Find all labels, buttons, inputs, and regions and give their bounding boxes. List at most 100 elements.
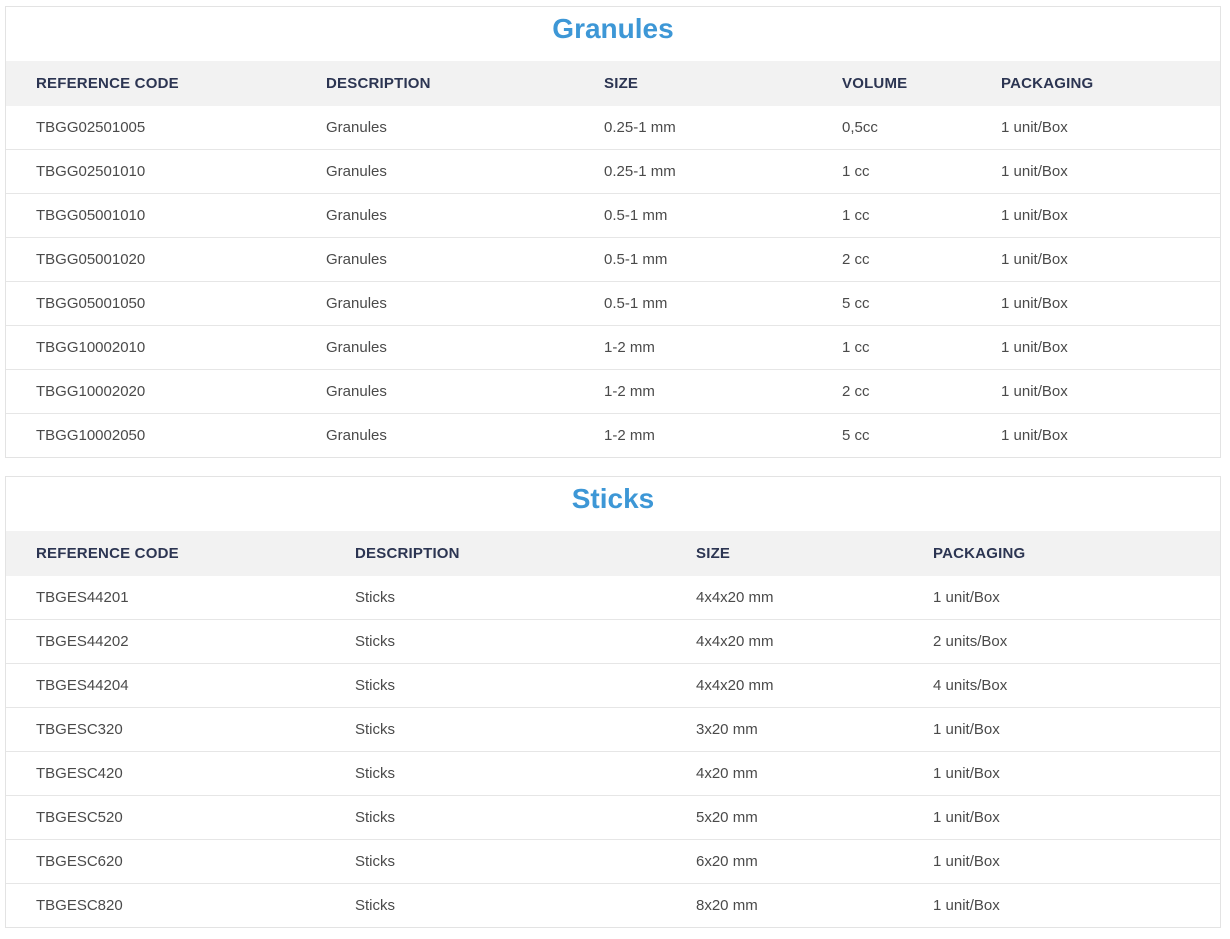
description-cell: Granules bbox=[326, 281, 604, 326]
size-cell: 1-2 mm bbox=[604, 369, 842, 414]
volume-cell: 5 cc bbox=[842, 427, 870, 444]
packaging-cell: 1 unit/Box bbox=[933, 795, 1220, 840]
volume-cell: 5 cc bbox=[842, 281, 1001, 326]
column-header-packaging: PACKAGING bbox=[933, 545, 1026, 562]
size-cell: 6x20 mm bbox=[696, 839, 933, 884]
reference-code-cell: TBGES44204 bbox=[6, 663, 355, 708]
packaging-cell: 1 unit/Box bbox=[1001, 237, 1220, 282]
reference-code-cell: TBGG02501010 bbox=[6, 149, 326, 194]
volume-cell: 1 cc bbox=[842, 325, 1001, 370]
reference-code-cell: TBGG10002050 bbox=[36, 427, 146, 444]
reference-code-cell: TBGG05001020 bbox=[6, 237, 326, 282]
reference-code-cell: TBGG05001010 bbox=[6, 193, 326, 238]
size-cell: 8x20 mm bbox=[696, 897, 758, 914]
reference-code-cell: TBGESC620 bbox=[6, 839, 355, 884]
granules-table-panel: Granules REFERENCE CODE DESCRIPTION SIZE… bbox=[5, 6, 1221, 458]
column-header-size: SIZE bbox=[696, 545, 731, 562]
table-row: TBGESC420 Sticks 4x20 mm 1 unit/Box bbox=[6, 751, 1220, 796]
size-cell: 4x4x20 mm bbox=[696, 663, 933, 708]
description-cell: Sticks bbox=[355, 619, 696, 664]
table-row: TBGG05001010 Granules 0.5-1 mm 1 cc 1 un… bbox=[6, 193, 1220, 238]
reference-code-cell: TBGESC820 bbox=[36, 897, 123, 914]
packaging-cell: 1 unit/Box bbox=[1001, 325, 1220, 370]
size-cell: 0.5-1 mm bbox=[604, 281, 842, 326]
description-cell: Granules bbox=[326, 149, 604, 194]
table-row: TBGESC320 Sticks 3x20 mm 1 unit/Box bbox=[6, 707, 1220, 752]
size-cell: 4x4x20 mm bbox=[696, 619, 933, 664]
table-row: TBGESC820 Sticks 8x20 mm 1 unit/Box bbox=[6, 884, 1220, 928]
description-cell: Granules bbox=[326, 237, 604, 282]
reference-code-cell: TBGES44202 bbox=[6, 619, 355, 664]
reference-code-cell: TBGG10002010 bbox=[6, 325, 326, 370]
description-cell: Sticks bbox=[355, 795, 696, 840]
reference-code-cell: TBGG05001050 bbox=[6, 281, 326, 326]
column-header-reference-code: REFERENCE CODE bbox=[36, 545, 179, 562]
column-header-packaging: PACKAGING bbox=[1001, 75, 1094, 92]
packaging-cell: 1 unit/Box bbox=[933, 839, 1220, 884]
packaging-cell: 1 unit/Box bbox=[933, 576, 1220, 620]
table-row: TBGG10002050 Granules 1-2 mm 5 cc 1 unit… bbox=[6, 414, 1220, 458]
size-cell: 1-2 mm bbox=[604, 325, 842, 370]
description-cell: Granules bbox=[326, 325, 604, 370]
table-header-row: REFERENCE CODE DESCRIPTION SIZE VOLUME P… bbox=[6, 61, 1220, 106]
volume-cell: 1 cc bbox=[842, 193, 1001, 238]
sticks-table-panel: Sticks REFERENCE CODE DESCRIPTION SIZE P… bbox=[5, 476, 1221, 928]
size-cell: 3x20 mm bbox=[696, 707, 933, 752]
description-cell: Sticks bbox=[355, 663, 696, 708]
volume-cell: 2 cc bbox=[842, 237, 1001, 282]
description-cell: Sticks bbox=[355, 576, 696, 620]
description-cell: Granules bbox=[326, 106, 604, 150]
size-cell: 0.5-1 mm bbox=[604, 193, 842, 238]
size-cell: 5x20 mm bbox=[696, 795, 933, 840]
table-row: TBGES44204 Sticks 4x4x20 mm 4 units/Box bbox=[6, 663, 1220, 708]
table-header-row: REFERENCE CODE DESCRIPTION SIZE PACKAGIN… bbox=[6, 531, 1220, 576]
table-row: TBGESC520 Sticks 5x20 mm 1 unit/Box bbox=[6, 795, 1220, 840]
packaging-cell: 1 unit/Box bbox=[1001, 281, 1220, 326]
packaging-cell: 1 unit/Box bbox=[1001, 427, 1068, 444]
description-cell: Sticks bbox=[355, 839, 696, 884]
packaging-cell: 1 unit/Box bbox=[1001, 106, 1220, 150]
packaging-cell: 1 unit/Box bbox=[1001, 149, 1220, 194]
reference-code-cell: TBGG10002020 bbox=[6, 369, 326, 414]
size-cell: 0.5-1 mm bbox=[604, 237, 842, 282]
table-row: TBGG05001050 Granules 0.5-1 mm 5 cc 1 un… bbox=[6, 281, 1220, 326]
description-cell: Sticks bbox=[355, 707, 696, 752]
size-cell: 4x4x20 mm bbox=[696, 576, 933, 620]
reference-code-cell: TBGG02501005 bbox=[6, 106, 326, 150]
table-row: TBGG05001020 Granules 0.5-1 mm 2 cc 1 un… bbox=[6, 237, 1220, 282]
table-row: TBGG02501010 Granules 0.25-1 mm 1 cc 1 u… bbox=[6, 149, 1220, 194]
sticks-title: Sticks bbox=[571, 483, 655, 514]
table-row: TBGES44202 Sticks 4x4x20 mm 2 units/Box bbox=[6, 619, 1220, 664]
volume-cell: 0,5cc bbox=[842, 106, 1001, 150]
packaging-cell: 1 unit/Box bbox=[1001, 369, 1220, 414]
volume-cell: 1 cc bbox=[842, 149, 1001, 194]
description-cell: Sticks bbox=[355, 897, 396, 914]
reference-code-cell: TBGES44201 bbox=[6, 576, 355, 620]
column-header-volume: VOLUME bbox=[842, 75, 908, 92]
table-row: TBGES44201 Sticks 4x4x20 mm 1 unit/Box bbox=[6, 576, 1220, 620]
table-row: TBGG10002020 Granules 1-2 mm 2 cc 1 unit… bbox=[6, 369, 1220, 414]
description-cell: Granules bbox=[326, 427, 387, 444]
table-row: TBGG02501005 Granules 0.25-1 mm 0,5cc 1 … bbox=[6, 106, 1220, 150]
column-header-description: DESCRIPTION bbox=[326, 75, 431, 92]
packaging-cell: 1 unit/Box bbox=[933, 897, 1000, 914]
column-header-reference-code: REFERENCE CODE bbox=[36, 75, 179, 92]
reference-code-cell: TBGESC520 bbox=[6, 795, 355, 840]
column-header-description: DESCRIPTION bbox=[355, 545, 460, 562]
packaging-cell: 1 unit/Box bbox=[933, 751, 1220, 796]
volume-cell: 2 cc bbox=[842, 369, 1001, 414]
sticks-table: REFERENCE CODE DESCRIPTION SIZE PACKAGIN… bbox=[6, 531, 1220, 927]
granules-title: Granules bbox=[552, 13, 674, 44]
packaging-cell: 1 unit/Box bbox=[933, 707, 1220, 752]
table-row: TBGESC620 Sticks 6x20 mm 1 unit/Box bbox=[6, 839, 1220, 884]
packaging-cell: 2 units/Box bbox=[933, 619, 1220, 664]
description-cell: Sticks bbox=[355, 751, 696, 796]
reference-code-cell: TBGESC320 bbox=[6, 707, 355, 752]
size-cell: 0.25-1 mm bbox=[604, 106, 842, 150]
column-header-size: SIZE bbox=[604, 75, 639, 92]
size-cell: 0.25-1 mm bbox=[604, 149, 842, 194]
packaging-cell: 1 unit/Box bbox=[1001, 193, 1220, 238]
packaging-cell: 4 units/Box bbox=[933, 663, 1220, 708]
table-row: TBGG10002010 Granules 1-2 mm 1 cc 1 unit… bbox=[6, 325, 1220, 370]
granules-table: REFERENCE CODE DESCRIPTION SIZE VOLUME P… bbox=[6, 61, 1220, 457]
